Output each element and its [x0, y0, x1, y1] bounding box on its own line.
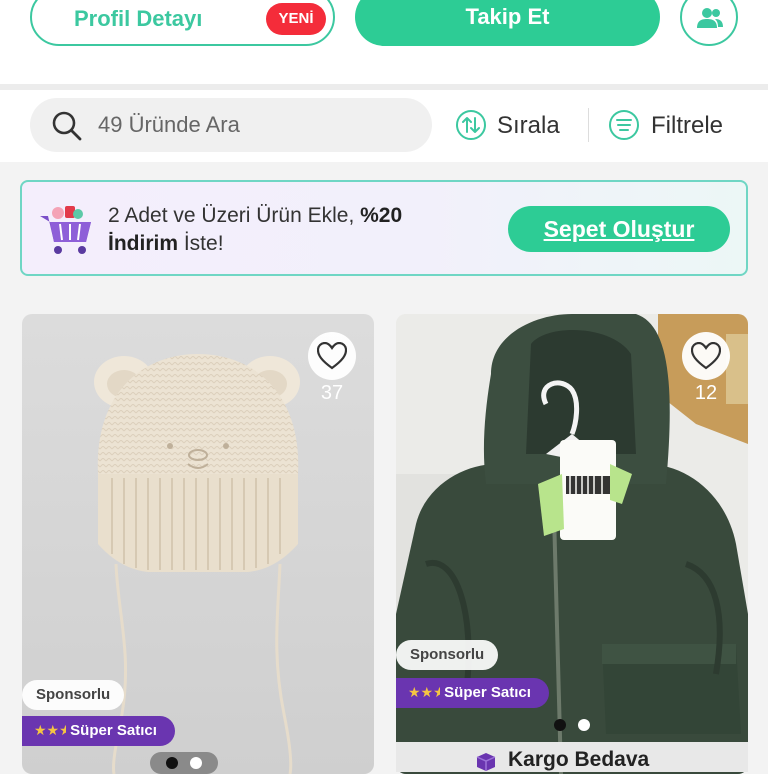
product-card[interactable]: 37 Sponsorlu ★★★ Süper Satıcı [22, 314, 374, 774]
product-toolbar: Sırala Filtrele [0, 90, 768, 162]
search-box[interactable] [30, 98, 432, 152]
super-seller-badge: ★★★ Süper Satıcı [22, 716, 175, 746]
filter-label: Filtrele [651, 112, 724, 139]
shopping-cart-icon [40, 206, 91, 254]
users-icon [697, 8, 723, 28]
heart-icon [317, 342, 347, 370]
heart-icon [691, 342, 721, 370]
profile-header: Profil Detayı YENİ Takip Et [0, 0, 768, 84]
banner-text-discount: %20 [360, 204, 403, 227]
sort-icon [456, 110, 486, 140]
favorite-button[interactable] [308, 332, 356, 380]
filter-icon [609, 110, 639, 140]
sponsored-badge: Sponsorlu [396, 640, 499, 670]
like-count: 12 [694, 382, 718, 404]
banner-text-part: İste! [178, 232, 224, 255]
like-count: 37 [320, 382, 344, 404]
image-carousel-dots[interactable] [538, 714, 606, 736]
stars-icon: ★★★ [408, 685, 440, 700]
super-seller-badge: ★★★ Süper Satıcı [396, 678, 549, 708]
new-badge: YENİ [266, 3, 326, 35]
sponsored-badge: Sponsorlu [22, 680, 125, 710]
create-cart-button[interactable]: Sepet Oluştur [508, 206, 730, 252]
bundle-discount-banner: 2 Adet ve Üzeri Ürün Ekle, %20 İndirim İs… [20, 180, 748, 276]
toolbar-divider [588, 108, 589, 142]
search-input[interactable] [98, 108, 418, 142]
carousel-dot-active[interactable] [578, 719, 590, 731]
banner-text: 2 Adet ve Üzeri Ürün Ekle, %20 İndirim İs… [108, 202, 488, 258]
carousel-dot[interactable] [554, 719, 566, 731]
free-shipping-label: Kargo Bedava [508, 748, 650, 771]
favorite-button[interactable] [682, 332, 730, 380]
svg-text:★★★: ★★★ [34, 723, 66, 738]
search-icon [52, 111, 82, 141]
carousel-dot[interactable] [190, 757, 202, 769]
super-seller-label: Süper Satıcı [70, 722, 157, 739]
svg-text:★★★: ★★★ [408, 685, 440, 700]
users-button[interactable] [680, 0, 738, 46]
super-seller-label: Süper Satıcı [444, 684, 531, 701]
profile-detail-button[interactable]: Profil Detayı YENİ [30, 0, 335, 46]
banner-text-part: 2 Adet ve Üzeri Ürün Ekle, [108, 204, 361, 227]
stars-icon: ★★★ [34, 723, 66, 738]
carousel-dot-active[interactable] [166, 757, 178, 769]
profile-detail-label: Profil Detayı [74, 6, 203, 31]
package-icon [476, 753, 496, 771]
product-card[interactable]: 12 Sponsorlu ★★★ Süper Satıcı [396, 314, 748, 774]
banner-text-discount-word: İndirim [108, 232, 179, 255]
follow-button[interactable]: Takip Et [355, 0, 660, 46]
sort-label: Sırala [497, 112, 560, 139]
image-carousel-dots[interactable] [150, 752, 218, 774]
